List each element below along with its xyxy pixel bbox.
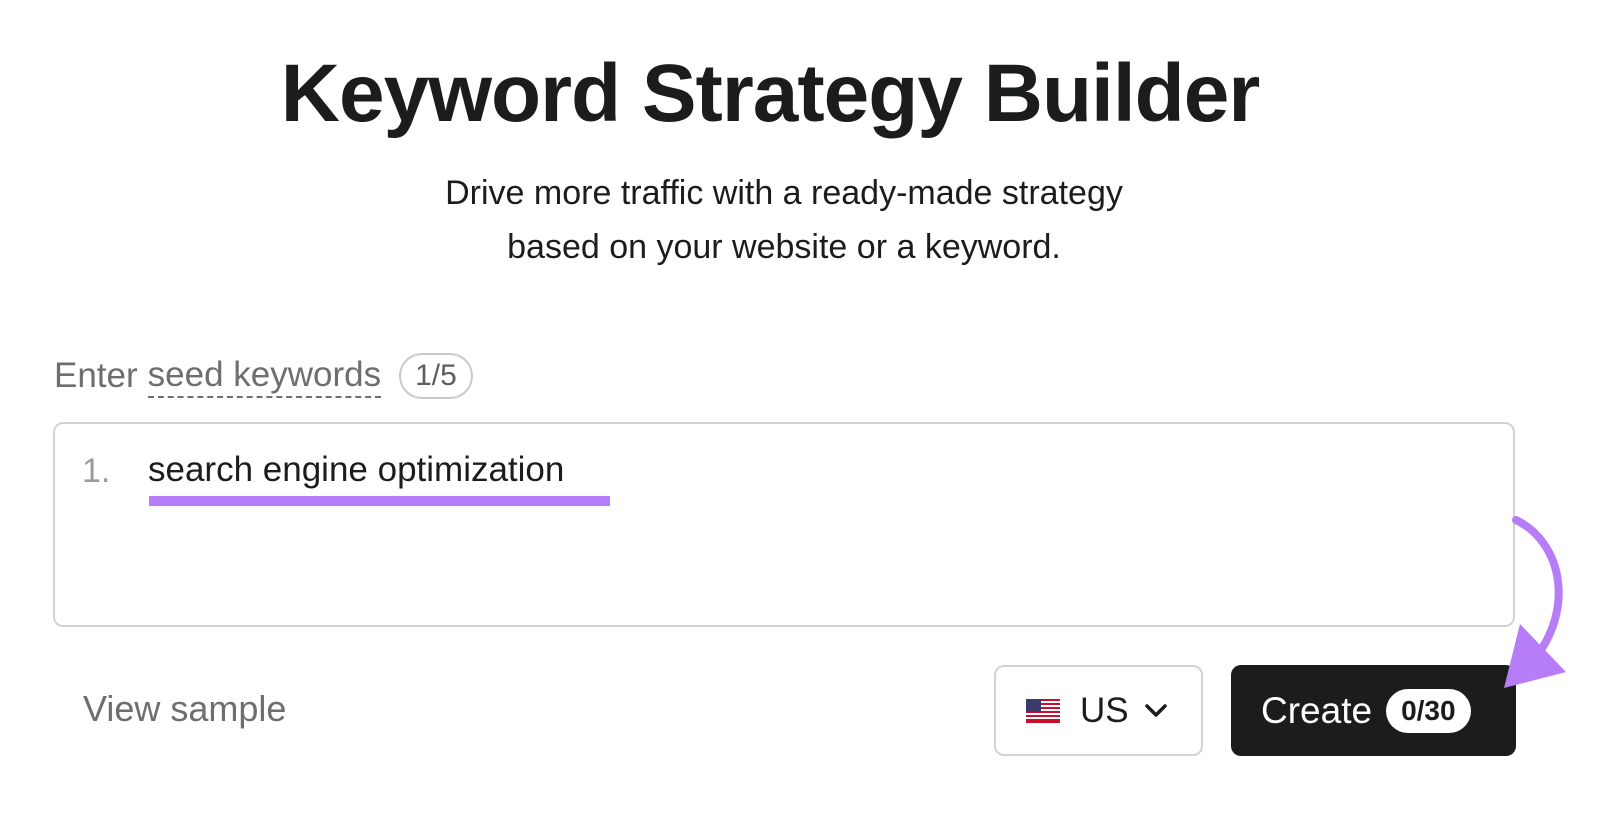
subtitle-line-1: Drive more traffic with a ready-made str… (445, 174, 1123, 212)
seed-keywords-label: Enter seed keywords 1/5 (54, 350, 473, 402)
us-flag-icon (1026, 698, 1060, 723)
page-subtitle: Drive more traffic with a ready-made str… (0, 166, 1568, 274)
country-select[interactable]: US (994, 665, 1203, 756)
keyword-line-number: 1. (82, 452, 111, 490)
subtitle-line-2: based on your website or a keyword. (507, 228, 1061, 266)
create-button-label: Create (1261, 689, 1373, 731)
chevron-down-icon (1144, 703, 1167, 717)
create-limit-badge: 0/30 (1386, 688, 1471, 733)
seed-label-prefix: Enter (54, 356, 138, 395)
seed-keywords-term-tooltip[interactable]: seed keywords (147, 355, 382, 398)
page-title: Keyword Strategy Builder (280, 48, 1260, 139)
seed-keywords-input[interactable]: 1. search engine optimization (53, 422, 1515, 627)
annotation-arrow-icon (1504, 516, 1566, 688)
seed-keyword-count-badge: 1/5 (399, 353, 473, 399)
keyword-entry[interactable]: search engine optimization (148, 450, 564, 490)
view-sample-link[interactable]: View sample (83, 688, 286, 730)
keyword-highlight-underline (149, 496, 610, 506)
country-code: US (1080, 690, 1129, 730)
create-button[interactable]: Create 0/30 (1231, 665, 1516, 756)
